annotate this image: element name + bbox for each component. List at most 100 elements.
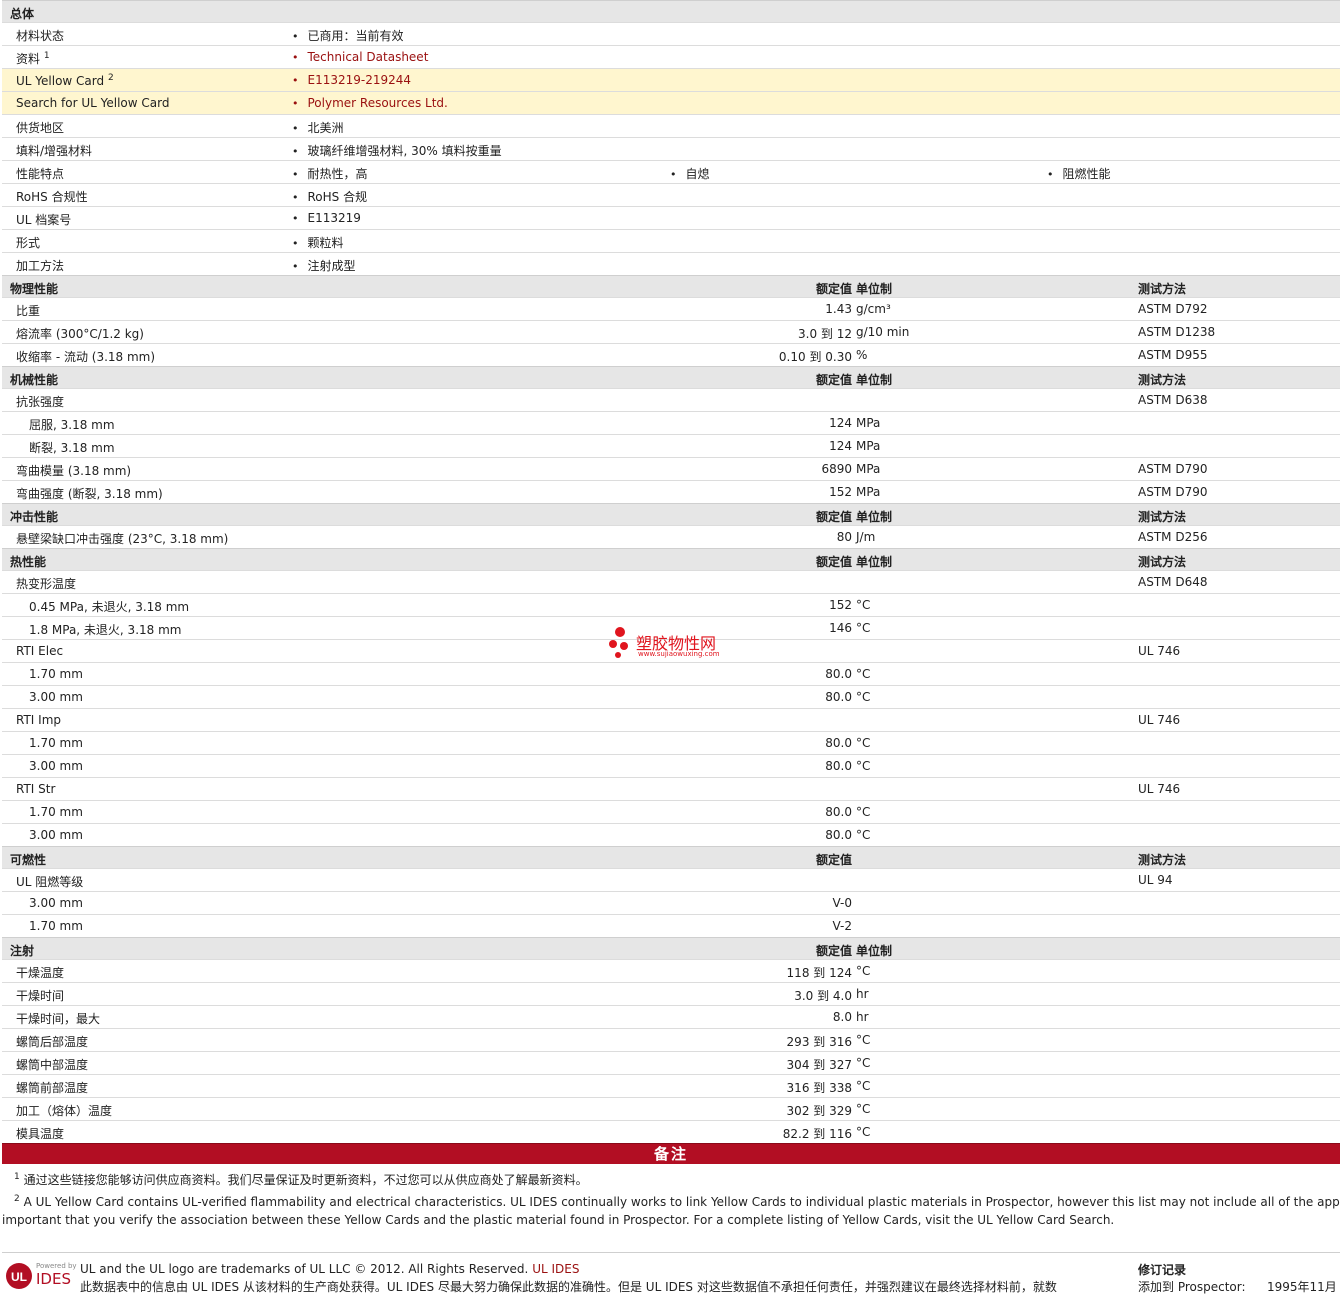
nominal-value: 80.0 (825, 690, 852, 704)
property-label: 干燥时间 (16, 989, 65, 1003)
unit-value: °C (856, 759, 871, 773)
unit-value: °C (856, 598, 871, 612)
unit-value: °C (856, 964, 871, 978)
watermark-url: www.sujiaowuxing.com (638, 650, 720, 658)
unit-value: °C (856, 667, 871, 681)
nominal-value: 3.0 到 12 (798, 327, 852, 341)
property-label: 抗张强度 (16, 395, 65, 409)
nominal-value: 3.0 到 4.0 (794, 989, 852, 1003)
general-row: 资料 1 Technical Datasheet (2, 45, 1340, 68)
footer: UL Powered by IDES UL and the UL logo ar… (2, 1252, 1340, 1294)
property-row: 悬壁梁缺口冲击强度 (23°C, 3.18 mm) 80 J/m ASTM D256 (2, 525, 1340, 548)
test-method: UL 94 (1138, 873, 1173, 887)
general-row: RoHS 合规性 RoHS 合规 (2, 183, 1340, 206)
property-label: 1.70 mm (29, 919, 83, 933)
notes-header: 备注 (2, 1143, 1340, 1164)
section-title: 热性能 (10, 555, 47, 569)
property-row: UL 阻燃等级 UL 94 (2, 868, 1340, 891)
property-label: 干燥时间，最大 (16, 1012, 101, 1026)
nominal-value: 316 到 338 (786, 1081, 852, 1095)
row-value: 注射成型 (292, 257, 356, 274)
property-label: 螺筒前部温度 (16, 1081, 89, 1095)
row-label-text: Search for UL Yellow Card (16, 96, 170, 110)
row-value: 自熄 (670, 165, 710, 182)
general-row: UL 档案号 E113219 (2, 206, 1340, 229)
general-row: 供货地区 北美洲 (2, 114, 1340, 137)
nominal-value: 82.2 到 116 (782, 1127, 852, 1141)
row-label: 性能特点 (16, 165, 64, 182)
ul-ides-link[interactable]: UL IDES (532, 1262, 579, 1276)
logo-powered-by: Powered by (36, 1262, 77, 1270)
method-header: 测试方法 (1138, 510, 1187, 524)
nominal-header: 额定值 (815, 510, 852, 524)
property-row: 加工（熔体）温度 302 到 329 °C (2, 1097, 1340, 1120)
property-row: 断裂, 3.18 mm 124 MPa (2, 434, 1340, 457)
unit-header: 单位制 (856, 944, 893, 958)
property-label: 3.00 mm (29, 896, 83, 910)
nominal-value: V-2 (832, 919, 852, 933)
property-row: 熔流率 (300°C/1.2 kg) 3.0 到 12 g/10 min ASTM D… (2, 320, 1340, 343)
unit-value: MPa (856, 485, 881, 499)
property-label: 螺筒后部温度 (16, 1035, 89, 1049)
disclaimer-text: 此数据表中的信息由 UL IDES 从该材料的生产商处获得。UL IDES 尽最… (80, 1280, 1057, 1294)
property-label: 3.00 mm (29, 828, 83, 842)
test-method: ASTM D1238 (1138, 325, 1216, 339)
unit-value: hr (856, 1010, 869, 1024)
general-section: 总体材料状态 已商用：当前有效资料 1 Technical Datasheet UL … (2, 0, 1340, 275)
property-row: 干燥温度 118 到 124 °C (2, 959, 1340, 982)
property-label: 收缩率 - 流动 (3.18 mm) (16, 350, 156, 364)
unit-value: °C (856, 1056, 871, 1070)
property-sections: 物理性能 额定值 单位制 测试方法 比重 1.43 g/cm³ ASTM D792 熔流率 (3… (2, 275, 1340, 1143)
unit-header: 单位制 (856, 510, 893, 524)
row-label-text: 加工方法 (16, 259, 65, 273)
property-label: 1.70 mm (29, 805, 83, 819)
nominal-header: 额定值 (815, 944, 852, 958)
property-label: 屈服, 3.18 mm (29, 418, 115, 432)
section-title: 可燃性 (10, 853, 47, 867)
property-row: 热变形温度 ASTM D648 (2, 570, 1340, 593)
unit-value: °C (856, 805, 871, 819)
property-row: RTI Imp UL 746 (2, 708, 1340, 731)
nominal-value: 152 (829, 598, 852, 612)
row-value[interactable]: Technical Datasheet (292, 50, 429, 64)
property-row: 3.00 mm 80.0 °C (2, 685, 1340, 708)
property-label: 弯曲强度 (断裂, 3.18 mm) (16, 487, 163, 501)
property-label: 悬壁梁缺口冲击强度 (23°C, 3.18 mm) (16, 532, 229, 546)
row-label-text: 资料 (16, 52, 41, 66)
section-header: 物理性能 额定值 单位制 测试方法 (2, 275, 1340, 297)
property-row: 螺筒前部温度 316 到 338 °C (2, 1074, 1340, 1097)
test-method: ASTM D955 (1138, 348, 1208, 362)
row-label-text: 性能特点 (16, 167, 65, 181)
property-label: 模具温度 (16, 1127, 65, 1141)
general-row: 形式 颗粒料 (2, 229, 1340, 252)
property-row: RTI Str UL 746 (2, 777, 1340, 800)
unit-value: J/m (856, 530, 876, 544)
nominal-header: 额定值 (815, 853, 852, 867)
method-header: 测试方法 (1138, 555, 1187, 569)
unit-value: °C (856, 736, 871, 750)
section-header: 注射 额定值 单位制 (2, 937, 1340, 959)
property-label: 加工（熔体）温度 (16, 1104, 113, 1118)
row-value[interactable]: Polymer Resources Ltd. (292, 96, 448, 110)
section-title: 机械性能 (10, 373, 59, 387)
property-label: 0.45 MPa, 未退火, 3.18 mm (29, 600, 190, 614)
general-row: 性能特点 耐热性，高 自熄 阻燃性能 (2, 160, 1340, 183)
row-value[interactable]: E113219-219244 (292, 73, 412, 87)
row-label-text: 供货地区 (16, 121, 65, 135)
property-row: 抗张强度 ASTM D638 (2, 388, 1340, 411)
revision-value: 1995年11月 (1267, 1280, 1337, 1294)
test-method: ASTM D256 (1138, 530, 1208, 544)
unit-header: 单位制 (856, 373, 893, 387)
property-label: 1.8 MPa, 未退火, 3.18 mm (29, 623, 182, 637)
nominal-value: 8.0 (832, 1010, 852, 1024)
row-label-text: 填料/增强材料 (16, 144, 93, 158)
section-header: 机械性能 额定值 单位制 测试方法 (2, 366, 1340, 388)
row-label: 资料 1 (16, 50, 50, 67)
section-title: 物理性能 (10, 282, 59, 296)
footnote-marker: 2 (107, 73, 114, 83)
nominal-header: 额定值 (815, 282, 852, 296)
unit-value: % (856, 348, 868, 362)
svg-text:UL: UL (11, 1270, 27, 1284)
nominal-value: V-0 (832, 896, 852, 910)
property-label: 1.70 mm (29, 667, 83, 681)
